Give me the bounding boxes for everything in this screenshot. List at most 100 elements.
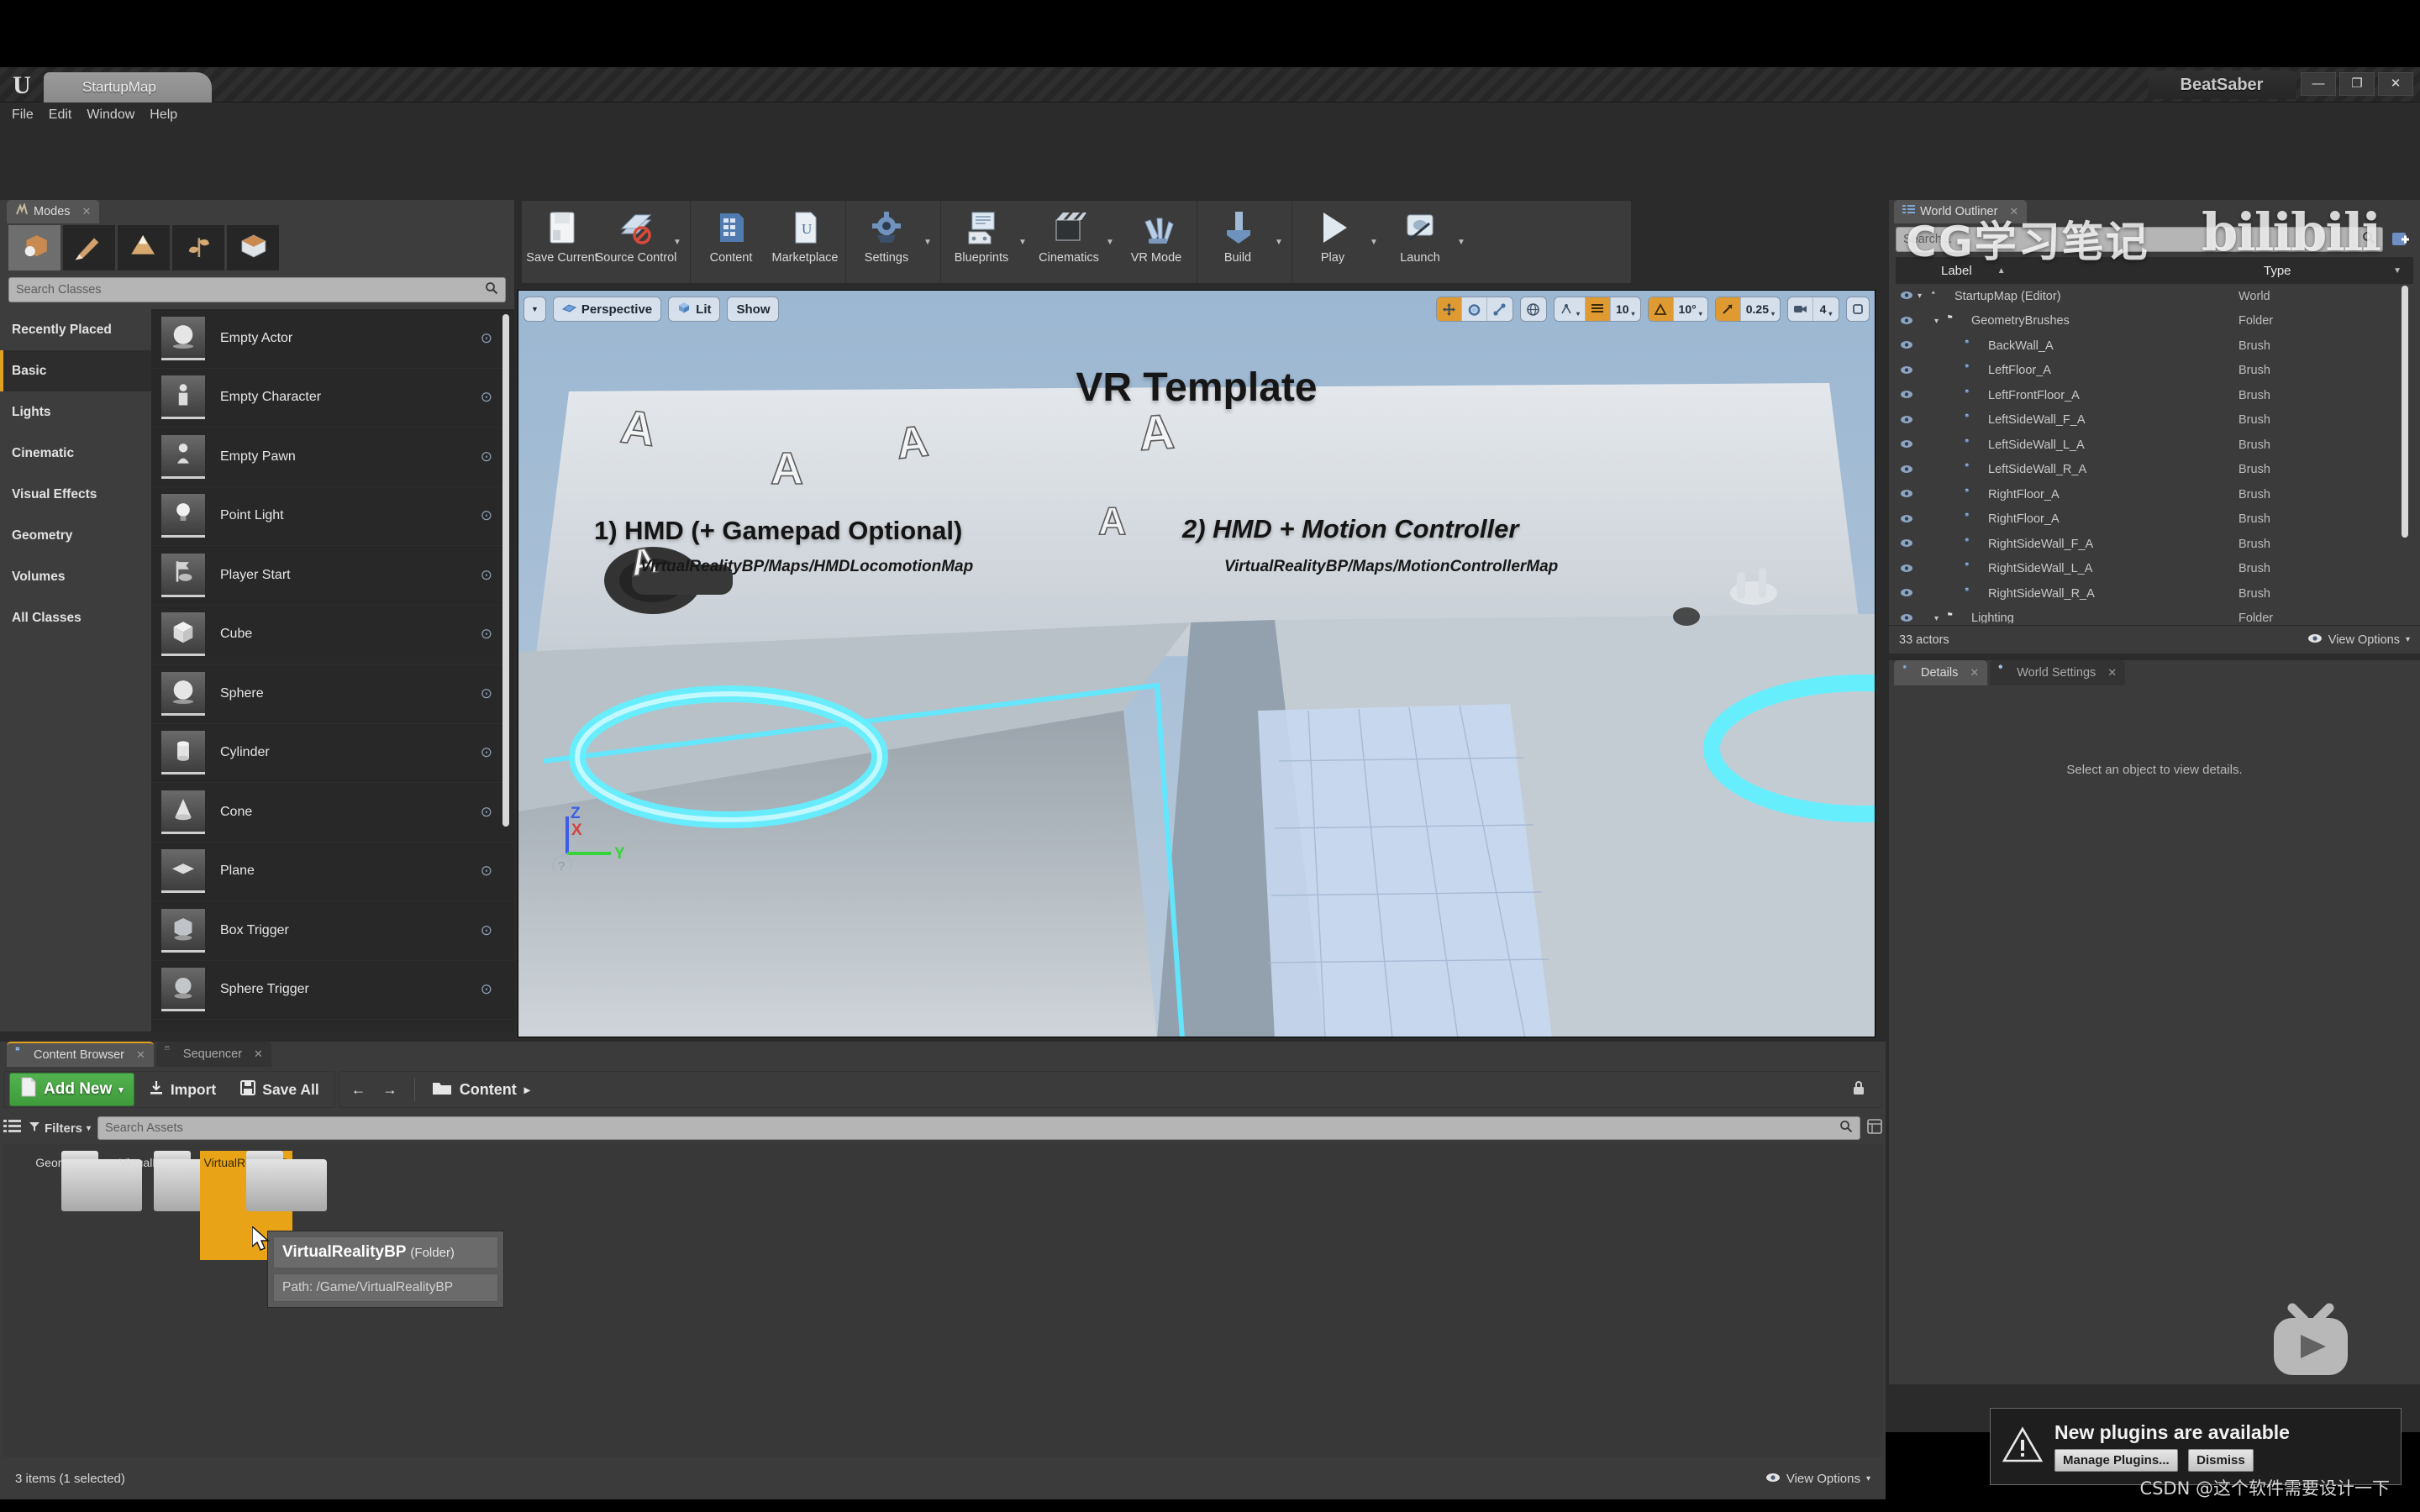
toolbar-settings-button[interactable]: Settings (850, 201, 923, 283)
visibility-toggle-icon[interactable] (1896, 438, 1918, 451)
outliner-row[interactable]: RightFloor_A Brush (1896, 482, 2413, 507)
visibility-toggle-icon[interactable] (1896, 365, 1918, 377)
visibility-toggle-icon[interactable] (1896, 414, 1918, 427)
placeable-class-cylinder[interactable]: Cylinder ⊙ (151, 724, 514, 783)
visibility-toggle-icon[interactable] (1896, 587, 1918, 600)
add-new-button[interactable]: Add New ▾ (9, 1073, 134, 1106)
outliner-row[interactable]: BackWall_A Brush (1896, 333, 2413, 359)
toolbar-blueprints-button[interactable]: Blueprints (944, 201, 1018, 283)
help-icon[interactable]: ⊙ (481, 744, 492, 761)
class-list-scrollbar[interactable] (502, 314, 509, 827)
paint-mode-button[interactable] (63, 225, 115, 270)
class-category-visual-effects[interactable]: Visual Effects (0, 474, 151, 515)
geometry-editing-mode-button[interactable] (227, 225, 279, 270)
help-icon[interactable]: ⊙ (481, 981, 492, 998)
toolbar-cinematics-button[interactable]: Cinematics (1032, 201, 1106, 283)
visibility-toggle-icon[interactable] (1896, 290, 1918, 302)
outliner-row[interactable]: RightSideWall_L_A Brush (1896, 557, 2413, 582)
outliner-label-column[interactable]: Label (1941, 264, 1972, 278)
help-icon[interactable]: ⊙ (481, 685, 492, 702)
tab-close-icon[interactable]: ✕ (2107, 666, 2117, 680)
toolbar-marketplace-button[interactable]: U Marketplace (768, 201, 842, 283)
project-tab[interactable]: BeatSaber (2148, 71, 2296, 99)
foliage-mode-button[interactable] (172, 225, 224, 270)
outliner-row[interactable]: RightFloor_A Brush (1896, 507, 2413, 533)
modes-tab-close-icon[interactable]: ✕ (82, 205, 92, 218)
world-outliner-tab-close-icon[interactable]: ✕ (2009, 205, 2018, 218)
scale-tool-button[interactable] (1487, 297, 1512, 321)
toolbar-play-button[interactable]: Play (1296, 201, 1370, 283)
expander-icon[interactable]: ▾ (1934, 317, 1948, 326)
breadcrumb[interactable]: Content ▸ (425, 1079, 537, 1100)
class-category-all-classes[interactable]: All Classes (0, 597, 151, 638)
visibility-toggle-icon[interactable] (1896, 538, 1918, 550)
toolbar-content-button[interactable]: Content (694, 201, 768, 283)
minimize-button[interactable]: — (2301, 72, 2336, 96)
help-icon[interactable]: ⊙ (481, 507, 492, 524)
placeable-class-empty-actor[interactable]: Empty Actor ⊙ (151, 309, 514, 369)
settings-icon[interactable] (1867, 1118, 1882, 1138)
asset-tile-geometry[interactable]: Geometry (15, 1151, 142, 1260)
maximize-viewport-button[interactable] (1846, 297, 1870, 322)
outliner-search-input[interactable]: Search... (1896, 227, 2383, 252)
help-icon[interactable]: ⊙ (481, 567, 492, 584)
world-outliner-tab[interactable]: World Outliner ✕ (1894, 200, 2028, 223)
visibility-toggle-icon[interactable] (1896, 612, 1918, 623)
chevron-down-icon[interactable]: ▼ (1018, 201, 1032, 283)
placeable-class-sphere[interactable]: Sphere ⊙ (151, 664, 514, 724)
class-category-recently-placed[interactable]: Recently Placed (0, 309, 151, 350)
tab-sequencer[interactable]: Sequencer ✕ (155, 1042, 271, 1067)
chevron-down-icon[interactable]: ▼ (1457, 201, 1470, 283)
rotate-tool-button[interactable] (1462, 297, 1487, 321)
outliner-row[interactable]: LeftSideWall_R_A Brush (1896, 458, 2413, 483)
outliner-row[interactable]: LeftFrontFloor_A Brush (1896, 383, 2413, 408)
menu-help[interactable]: Help (150, 106, 192, 124)
toolbar-vr-mode-button[interactable]: VR Mode (1119, 201, 1193, 283)
visibility-toggle-icon[interactable] (1896, 339, 1918, 352)
outliner-row[interactable]: LeftSideWall_F_A Brush (1896, 408, 2413, 433)
rotation-snap-value[interactable]: 10° ▾ (1674, 297, 1707, 321)
sources-panel-icon[interactable] (3, 1118, 22, 1139)
toolbar-source-control-button[interactable]: Source Control (596, 201, 676, 283)
modes-tab[interactable]: Modes ✕ (7, 200, 100, 223)
search-assets-input[interactable]: Search Assets (97, 1116, 1860, 1140)
add-actor-icon[interactable] (2390, 228, 2412, 250)
class-category-cinematic[interactable]: Cinematic (0, 433, 151, 474)
tab-close-icon[interactable]: ✕ (254, 1047, 263, 1061)
world-outliner-tab-button[interactable]: World Outliner ✕ (1894, 200, 2028, 223)
chevron-down-icon[interactable]: ▼ (923, 201, 937, 283)
chevron-down-icon[interactable]: ▼ (673, 201, 687, 283)
modes-tab-button[interactable]: Modes ✕ (7, 200, 100, 223)
maximize-button[interactable]: ❐ (2339, 72, 2375, 96)
close-button[interactable]: ✕ (2378, 72, 2413, 96)
placeable-class-point-light[interactable]: Point Light ⊙ (151, 487, 514, 546)
help-icon[interactable]: ⊙ (481, 863, 492, 879)
asset-tile-virtualreality[interactable]: VirtualReality (108, 1151, 234, 1260)
camera-speed-value[interactable]: 4 ▾ (1813, 297, 1839, 321)
import-button[interactable]: Import (138, 1073, 226, 1106)
level-viewport[interactable]: A A A A A A VR Template 1) HMD (+ Gamepa… (518, 290, 1876, 1037)
tab-close-icon[interactable]: ✕ (1970, 666, 1979, 680)
visibility-toggle-icon[interactable] (1896, 513, 1918, 526)
chevron-down-icon[interactable]: ▼ (1275, 201, 1288, 283)
viewport-3d-scene[interactable]: A A A A A A VR Template 1) HMD (+ Gamepa… (518, 291, 1875, 1037)
chevron-down-icon[interactable]: ▼ (1370, 201, 1383, 283)
viewport-lighting-mode-button[interactable]: Lit (668, 297, 721, 322)
placeable-class-sphere-trigger[interactable]: Sphere Trigger ⊙ (151, 961, 514, 1020)
menu-window[interactable]: Window (87, 106, 150, 124)
placeable-class-box-trigger[interactable]: Box Trigger ⊙ (151, 901, 514, 961)
place-mode-button[interactable] (8, 225, 60, 270)
toolbar-launch-button[interactable]: Launch (1383, 201, 1457, 283)
outliner-view-options-button[interactable]: View Options ▾ (2307, 633, 2410, 647)
landscape-mode-button[interactable] (118, 225, 170, 270)
class-category-geometry[interactable]: Geometry (0, 515, 151, 556)
scale-snap-value[interactable]: 0.25 ▾ (1741, 297, 1780, 321)
placeable-class-cone[interactable]: Cone ⊙ (151, 783, 514, 843)
visibility-toggle-icon[interactable] (1896, 464, 1918, 476)
chevron-down-icon[interactable]: ▼ (1106, 201, 1119, 283)
save-all-button[interactable]: Save All (229, 1073, 329, 1106)
outliner-row[interactable]: ▾ Lighting Folder (1896, 606, 2413, 623)
viewport-options-menu[interactable]: ▼ (523, 297, 546, 322)
dismiss-button[interactable]: Dismiss (2188, 1449, 2254, 1472)
outliner-row[interactable]: LeftFloor_A Brush (1896, 359, 2413, 384)
